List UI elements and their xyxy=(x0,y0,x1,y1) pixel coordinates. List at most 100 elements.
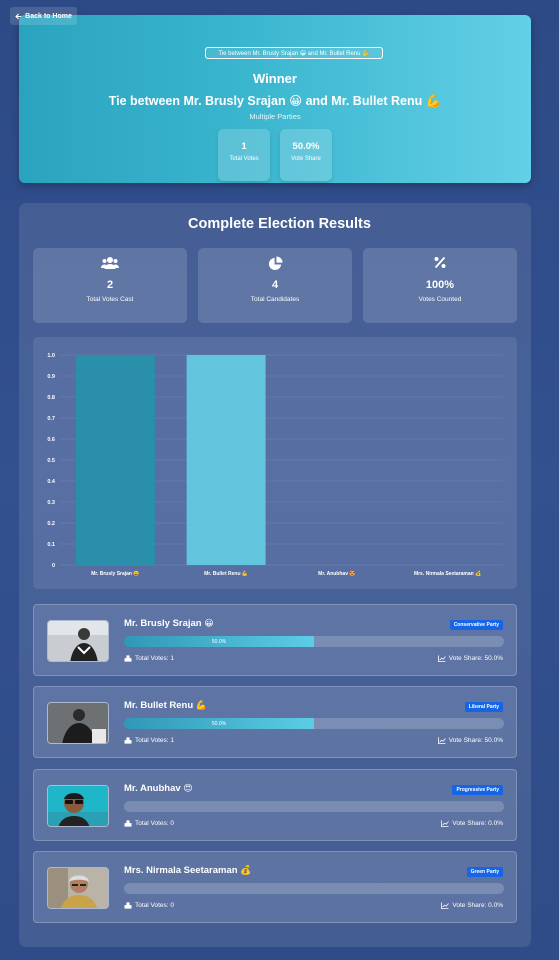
candidate-photo xyxy=(47,620,109,662)
stat-total-candidates: 4 Total Candidates xyxy=(198,248,352,323)
chart-line-icon xyxy=(441,902,450,909)
winner-name: Tie between Mr. Brusly Srajan 😀 and Mr. … xyxy=(108,94,442,108)
chart-x-tick: Mrs. Nirmala Seetaraman 💰 xyxy=(414,570,481,577)
vote-share-label: Vote Share: 0.0% xyxy=(452,902,503,909)
ballot-box-icon xyxy=(124,655,132,662)
pie-chart-icon xyxy=(268,256,283,271)
results-title: Complete Election Results xyxy=(188,216,371,232)
total-votes: Total Votes: 0 xyxy=(124,820,174,827)
ballot-box-icon xyxy=(124,737,132,744)
chart-x-tick: Mr. Bullet Renu 💪 xyxy=(204,570,248,577)
party-badge: Green Party xyxy=(466,867,503,877)
chart-svg: 0 0.1 0.2 0.3 0.4 0.5 0.6 0.7 0.8 0.9 1.0 Mr. Brusl… xyxy=(47,353,503,577)
chart-y-tick: 0 xyxy=(52,563,55,569)
candidate-name-text: Mr. Anubhav xyxy=(124,783,181,794)
total-votes-label: Total Votes: 1 xyxy=(135,737,175,744)
candidate-name-text: Mrs. Nirmala Seetaraman xyxy=(124,865,238,876)
party-badge: Liberal Party xyxy=(464,702,503,712)
ballot-box-icon xyxy=(124,902,132,909)
chart-y-tick: 0.9 xyxy=(47,374,55,380)
chart-line-icon xyxy=(437,655,446,662)
chart-y-tick: 0.3 xyxy=(47,500,55,506)
candidate-emoji: 😍 xyxy=(183,783,193,793)
candidate-emoji: 💰 xyxy=(240,865,252,875)
vote-share: Vote Share: 0.0% xyxy=(441,902,503,909)
winner-total-votes-stat: 1 Total Votes xyxy=(218,129,270,181)
chart-line-icon xyxy=(441,820,450,827)
winner-image: Tie between Mr. Brusly Srajan 😀 and Mr. … xyxy=(205,47,383,59)
vote-share-label: Vote Share: 50.0% xyxy=(448,737,503,744)
total-votes-label: Total Votes: 0 xyxy=(135,902,175,909)
total-votes: Total Votes: 1 xyxy=(124,737,174,744)
vote-share-progress xyxy=(124,801,504,812)
stat-votes-counted: 100% Votes Counted xyxy=(363,248,517,323)
vote-share-fill: 50.0% xyxy=(124,718,314,729)
stat-total-votes-cast-label: Total Votes Cast xyxy=(86,296,134,303)
candidate-emoji: 😀 xyxy=(204,618,214,628)
chart-y-tick: 1.0 xyxy=(47,353,55,359)
back-to-home-button[interactable]: Back to Home xyxy=(10,7,77,25)
stat-total-votes-cast-value: 2 xyxy=(106,279,114,291)
candidate-name-text: Mr. Brusly Srajan xyxy=(124,618,202,629)
chart-bar xyxy=(75,355,155,565)
total-votes-label: Total Votes: 1 xyxy=(135,655,175,662)
users-icon xyxy=(101,257,119,269)
vote-share-progress: 50.0% xyxy=(124,636,504,647)
candidate-card: Mr. Anubhav 😍 Progressive Party Total Vo… xyxy=(33,769,517,841)
winner-vote-share-value: 50.0% xyxy=(292,141,320,152)
chart-y-tick: 0.6 xyxy=(47,437,55,443)
winner-party: Multiple Parties xyxy=(249,112,301,121)
vote-share-label: Vote Share: 50.0% xyxy=(448,655,503,662)
winner-heading: Winner xyxy=(253,71,297,86)
stat-votes-counted-label: Votes Counted xyxy=(418,296,462,303)
winner-total-votes-value: 1 xyxy=(241,141,247,152)
stat-total-votes-cast: 2 Total Votes Cast xyxy=(33,248,187,323)
candidate-name: Mr. Brusly Srajan 😀 xyxy=(124,618,214,629)
votes-bar-chart: 0 0.1 0.2 0.3 0.4 0.5 0.6 0.7 0.8 0.9 1.0 Mr. Brusl… xyxy=(33,337,517,589)
total-votes-label: Total Votes: 0 xyxy=(135,820,175,827)
vote-share-label: Vote Share: 0.0% xyxy=(452,820,503,827)
chart-y-tick: 0.2 xyxy=(47,521,55,527)
vote-share: Vote Share: 50.0% xyxy=(437,655,503,662)
stat-votes-counted-value: 100% xyxy=(425,279,455,291)
percent-icon xyxy=(434,256,446,269)
chart-bar xyxy=(186,355,266,565)
party-badge: Conservative Party xyxy=(449,620,503,630)
candidate-photo xyxy=(47,867,109,909)
winner-vote-share-stat: 50.0% Vote Share xyxy=(280,129,332,181)
vote-share-progress xyxy=(124,883,504,894)
candidate-card: Mr. Bullet Renu 💪 Liberal Party 50.0% To… xyxy=(33,686,517,758)
vote-share-fill: 50.0% xyxy=(124,636,314,647)
vote-share: Vote Share: 0.0% xyxy=(441,820,503,827)
candidate-name-text: Mr. Bullet Renu xyxy=(124,700,194,711)
ballot-box-icon xyxy=(124,820,132,827)
winner-vote-share-label: Vote Share xyxy=(291,156,321,162)
back-to-home-label: Back to Home xyxy=(25,12,72,20)
winner-total-votes-label: Total Votes xyxy=(229,156,259,162)
total-votes: Total Votes: 0 xyxy=(124,902,174,909)
arrow-left-icon xyxy=(15,13,22,19)
vote-share-progress: 50.0% xyxy=(124,718,504,729)
stat-total-candidates-label: Total Candidates xyxy=(250,296,300,303)
chart-x-tick: Mr. Anubhav 😍 xyxy=(318,570,355,577)
chart-y-tick: 0.4 xyxy=(47,479,56,485)
chart-y-tick: 0.1 xyxy=(47,542,55,548)
winner-card: Tie between Mr. Brusly Srajan 😀 and Mr. … xyxy=(19,15,531,183)
chart-y-tick: 0.5 xyxy=(47,458,55,464)
stat-total-candidates-value: 4 xyxy=(271,279,279,291)
chart-x-tick: Mr. Brusly Srajan 😀 xyxy=(91,570,139,577)
party-badge: Progressive Party xyxy=(452,785,503,795)
candidate-photo xyxy=(47,702,109,744)
total-votes: Total Votes: 1 xyxy=(124,655,174,662)
candidate-photo xyxy=(47,785,109,827)
chart-y-tick: 0.7 xyxy=(47,416,55,422)
chart-y-tick: 0.8 xyxy=(47,395,55,401)
vote-share: Vote Share: 50.0% xyxy=(437,737,503,744)
candidate-name: Mr. Bullet Renu 💪 xyxy=(124,700,207,711)
candidate-name: Mrs. Nirmala Seetaraman 💰 xyxy=(124,865,251,876)
candidate-card: Mr. Brusly Srajan 😀 Conservative Party 5… xyxy=(33,604,517,676)
candidate-name: Mr. Anubhav 😍 xyxy=(124,783,193,794)
candidate-emoji: 💪 xyxy=(195,700,208,710)
chart-line-icon xyxy=(437,737,446,744)
candidate-card: Mrs. Nirmala Seetaraman 💰 Green Party To… xyxy=(33,851,517,923)
